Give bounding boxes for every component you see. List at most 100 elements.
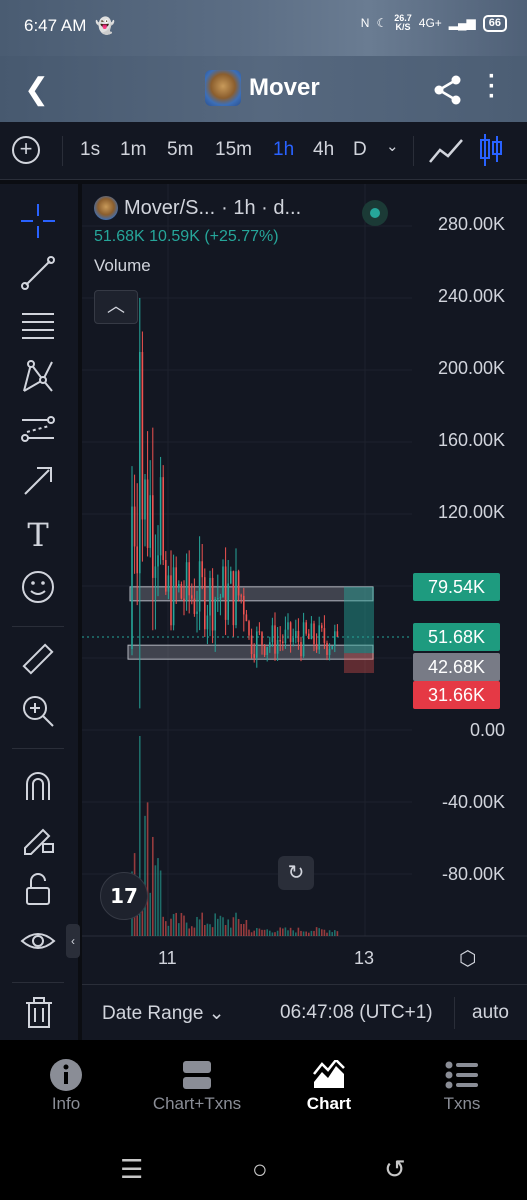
nav-info[interactable]: Info <box>46 1056 86 1114</box>
nav-txns-label: Txns <box>443 1094 481 1113</box>
volume-bar <box>271 932 274 936</box>
volume-bar <box>315 927 318 936</box>
live-status-dot <box>362 200 388 226</box>
candle-body <box>175 567 177 588</box>
candle-body <box>141 352 144 520</box>
candlestick-icon[interactable] <box>478 132 504 168</box>
volume-bar <box>154 865 157 936</box>
interval-1h[interactable]: 1h <box>273 139 294 161</box>
magnet-icon[interactable] <box>17 764 59 806</box>
volume-bar <box>326 932 328 936</box>
crosshair-icon[interactable] <box>17 200 59 242</box>
volume-bar <box>250 932 253 936</box>
interval-D[interactable]: D <box>353 139 367 161</box>
chart-settings-icon[interactable]: ⬡ <box>459 946 476 971</box>
add-symbol-button[interactable]: + <box>12 136 40 164</box>
token-title: Mover <box>205 70 320 106</box>
ruler-icon[interactable] <box>17 638 59 680</box>
legend-interval: · 1h · d... <box>221 196 302 219</box>
volume-bar <box>308 932 310 936</box>
candle-body <box>131 506 133 649</box>
recent-apps-icon[interactable]: ☰ <box>120 1154 143 1185</box>
volume-bar <box>300 930 302 936</box>
nav-chart[interactable]: Chart <box>304 1056 354 1114</box>
share-icon[interactable] <box>432 74 464 106</box>
unlock-icon[interactable] <box>17 868 59 910</box>
volume-bar <box>284 927 287 936</box>
auto-scale-toggle[interactable]: auto <box>472 1002 509 1024</box>
pattern-icon[interactable] <box>17 356 59 398</box>
volume-bar <box>201 912 203 936</box>
volume-bar <box>323 929 326 936</box>
reset-chart-button[interactable]: ↻ <box>278 856 314 890</box>
volume-bar <box>149 892 151 936</box>
system-nav-bar: ☰ ○ ↺ <box>0 1140 527 1200</box>
volume-bar <box>287 930 289 936</box>
volume-bar <box>196 916 198 936</box>
candle-body <box>214 599 216 631</box>
volume-bar <box>243 923 245 936</box>
volume-bar <box>295 932 297 936</box>
candle-body <box>193 598 196 614</box>
more-vert-icon[interactable]: · · · <box>488 65 496 109</box>
battery-indicator: 66 <box>482 14 507 32</box>
volume-bar <box>175 912 177 936</box>
volume-bar <box>235 912 237 936</box>
back-nav-icon[interactable]: ↺ <box>384 1154 406 1185</box>
toolbar-divider <box>62 136 63 166</box>
arrow-icon[interactable] <box>17 460 59 502</box>
volume-bar <box>263 929 266 936</box>
volume-bar <box>144 815 146 936</box>
volume-bar <box>146 802 149 936</box>
home-icon[interactable]: ○ <box>252 1154 268 1185</box>
chart-pane[interactable]: Mover/S... · 1h · d... 51.68K 10.59K (+2… <box>82 184 527 984</box>
candle-body <box>154 566 157 578</box>
interval-15m[interactable]: 15m <box>215 139 252 161</box>
interval-1m[interactable]: 1m <box>120 139 146 161</box>
candle-body <box>230 571 232 584</box>
volume-bar <box>266 929 268 936</box>
trash-icon[interactable] <box>22 996 56 1030</box>
candle-body <box>274 625 276 654</box>
candle-body <box>318 625 320 650</box>
app-header: ❮ Mover · · · <box>0 56 527 122</box>
text-tool-icon[interactable]: T <box>17 514 59 556</box>
legend-volume-label[interactable]: Volume <box>94 256 301 276</box>
chevron-down-icon[interactable]: ⌄ <box>386 137 399 155</box>
collapse-legend-button[interactable]: ︿ <box>94 290 138 324</box>
interval-5m[interactable]: 5m <box>167 139 193 161</box>
interval-4h[interactable]: 4h <box>313 139 334 161</box>
trend-line-icon[interactable] <box>17 252 59 294</box>
candle-body <box>336 631 339 637</box>
forecast-icon[interactable] <box>17 408 59 450</box>
nfc-icon: N <box>360 16 370 30</box>
candle-body <box>180 583 183 599</box>
volume-bar <box>282 928 284 936</box>
candle-body <box>217 598 219 600</box>
tradingview-logo[interactable]: 17 <box>100 872 148 920</box>
candle-body <box>253 654 255 658</box>
volume-bar <box>227 919 229 936</box>
lock-drawing-icon[interactable] <box>17 816 59 858</box>
fib-retracement-icon[interactable] <box>17 304 59 346</box>
interval-1s[interactable]: 1s <box>80 139 100 161</box>
candle-body <box>206 615 209 630</box>
collapse-toolbar-button[interactable]: ‹ <box>66 924 80 958</box>
eye-icon[interactable] <box>17 920 59 962</box>
legend-symbol[interactable]: Mover/S... <box>124 197 215 220</box>
candle-body <box>295 630 297 639</box>
emoji-icon[interactable] <box>17 566 59 608</box>
candle-body <box>292 638 294 643</box>
date-range-dropdown[interactable]: Date Range ⌄ <box>102 1002 225 1025</box>
nav-chart-txns[interactable]: Chart+Txns <box>148 1056 246 1114</box>
chart-clock[interactable]: 06:47:08 (UTC+1) <box>280 1002 433 1024</box>
nav-txns[interactable]: Txns <box>440 1056 484 1114</box>
zoom-in-icon[interactable] <box>17 690 59 732</box>
volume-bar <box>165 921 167 936</box>
volume-bar <box>232 917 235 936</box>
candle-body <box>315 643 318 650</box>
line-chart-icon[interactable] <box>428 136 464 166</box>
candle-body <box>282 641 284 644</box>
candle-body <box>245 614 248 622</box>
back-arrow-icon[interactable]: ❮ <box>24 72 49 107</box>
